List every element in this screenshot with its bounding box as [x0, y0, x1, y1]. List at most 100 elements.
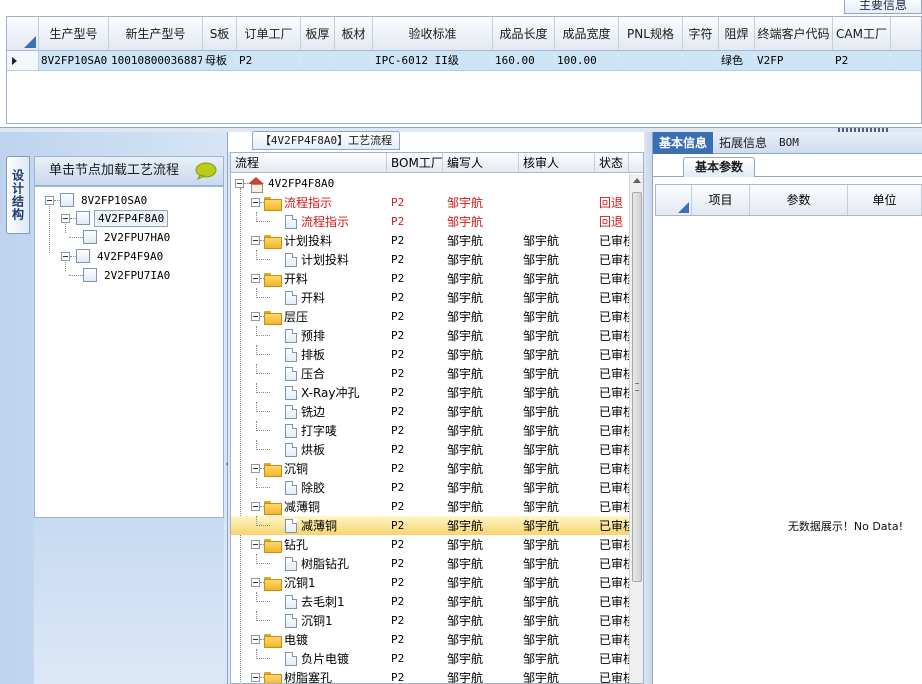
- collapse-toggle-icon[interactable]: [235, 179, 244, 188]
- collapse-toggle-icon[interactable]: [61, 251, 70, 261]
- detail-subtab-strip: 基本参数: [653, 155, 922, 177]
- process-reviewer: 邹宇航: [523, 576, 560, 590]
- process-reviewer: 邹宇航: [523, 671, 560, 684]
- process-row[interactable]: 树脂塞孔 P2 邹宇航 邹宇航 已审核: [231, 668, 629, 684]
- params-grid-corner[interactable]: [656, 185, 692, 215]
- process-flow-title-tab[interactable]: 【4V2FP4F8A0】工艺流程: [252, 131, 400, 150]
- collapse-toggle-icon[interactable]: [251, 635, 260, 644]
- process-row[interactable]: 钻孔 P2 邹宇航 邹宇航 已审核: [231, 535, 629, 554]
- tree-connector: [256, 430, 270, 431]
- process-row[interactable]: 电镀 P2 邹宇航 邹宇航 已审核: [231, 630, 629, 649]
- tab-extended-info[interactable]: 拓展信息: [713, 132, 773, 154]
- collapse-toggle-icon[interactable]: [251, 274, 260, 283]
- collapse-toggle-icon[interactable]: [251, 540, 260, 549]
- design-tree-node[interactable]: 4V2FP4F9A0: [61, 247, 166, 265]
- right-splitter[interactable]: [644, 132, 652, 684]
- col-cam-factory[interactable]: CAM工厂: [833, 17, 891, 50]
- col-status[interactable]: 状态: [595, 153, 629, 172]
- col-customer[interactable]: 终端客户代码: [755, 17, 833, 50]
- col-unit[interactable]: 单位: [848, 185, 922, 215]
- collapse-toggle-icon[interactable]: [251, 673, 260, 682]
- design-tree-node[interactable]: 2V2FPU7HA0: [69, 228, 173, 246]
- process-reviewer: 邹宇航: [523, 443, 560, 457]
- process-row[interactable]: 沉铜 P2 邹宇航 邹宇航 已审核: [231, 459, 629, 478]
- col-thickness[interactable]: 板厚: [301, 17, 335, 50]
- tab-bom[interactable]: BOM: [773, 132, 805, 154]
- tab-basic-info[interactable]: 基本信息: [653, 132, 714, 154]
- design-tree-node[interactable]: 4V2FP4F8A0: [61, 209, 169, 227]
- process-bom-factory: P2: [391, 462, 405, 475]
- process-row[interactable]: 层压 P2 邹宇航 邹宇航 已审核: [231, 307, 629, 326]
- collapse-toggle-icon[interactable]: [251, 578, 260, 587]
- process-row[interactable]: 铣边 P2 邹宇航 邹宇航 已审核: [231, 402, 629, 421]
- col-order-factory[interactable]: 订单工厂: [237, 17, 301, 50]
- col-material[interactable]: 板材: [335, 17, 373, 50]
- collapse-toggle-icon[interactable]: [61, 213, 70, 223]
- col-item[interactable]: 项目: [692, 185, 750, 215]
- process-row[interactable]: 减薄铜 P2 邹宇航 邹宇航 已审核: [231, 497, 629, 516]
- process-name-cell: 沉铜1: [231, 611, 387, 630]
- col-char[interactable]: 字符: [683, 17, 719, 50]
- scroll-up-icon[interactable]: [633, 178, 641, 183]
- process-status: 已审核: [599, 671, 629, 684]
- col-acceptance[interactable]: 验收标准: [373, 17, 493, 50]
- col-pnl[interactable]: PNL规格: [619, 17, 683, 50]
- process-row[interactable]: 烘板 P2 邹宇航 邹宇航 已审核: [231, 440, 629, 459]
- process-row[interactable]: 计划投料 P2 邹宇航 邹宇航 已审核: [231, 250, 629, 269]
- collapse-toggle-icon[interactable]: [251, 502, 260, 511]
- col-s-board[interactable]: S板: [203, 17, 237, 50]
- product-grid-row[interactable]: 8V2FP10SA0 10010800036887 母板 P2 IPC-6012 II级…: [7, 51, 921, 71]
- col-new-model[interactable]: 新生产型号: [109, 17, 203, 50]
- collapse-toggle-icon[interactable]: [251, 464, 260, 473]
- process-row[interactable]: 排板 P2 邹宇航 邹宇航 已审核: [231, 345, 629, 364]
- col-model[interactable]: 生产型号: [39, 17, 109, 50]
- process-root-row[interactable]: 4V2FP4F8A0: [231, 174, 629, 193]
- tab-design-structure[interactable]: 设计结构: [6, 156, 30, 234]
- collapse-toggle-icon[interactable]: [251, 236, 260, 245]
- collapse-toggle-icon[interactable]: [251, 198, 260, 207]
- document-icon: [285, 385, 297, 400]
- tree-hint-header: 单击节点加载工艺流程: [34, 156, 224, 186]
- process-row[interactable]: 压合 P2 邹宇航 邹宇航 已审核: [231, 364, 629, 383]
- process-row[interactable]: 树脂钻孔 P2 邹宇航 邹宇航 已审核: [231, 554, 629, 573]
- vertical-scrollbar[interactable]: [629, 174, 643, 683]
- process-row[interactable]: 计划投料 P2 邹宇航 邹宇航 已审核: [231, 231, 629, 250]
- col-length[interactable]: 成品长度: [493, 17, 555, 50]
- col-width[interactable]: 成品宽度: [555, 17, 619, 50]
- design-tree-node[interactable]: 8V2FP10SA0: [45, 191, 150, 209]
- col-process[interactable]: 流程: [231, 153, 387, 172]
- col-mask[interactable]: 阻焊: [719, 17, 755, 50]
- tree-connector: [256, 373, 270, 374]
- process-row[interactable]: X-Ray冲孔 P2 邹宇航 邹宇航 已审核: [231, 383, 629, 402]
- process-row[interactable]: 负片电镀 P2 邹宇航 邹宇航 已审核: [231, 649, 629, 668]
- process-row[interactable]: 沉铜1 P2 邹宇航 邹宇航 已审核: [231, 611, 629, 630]
- process-status: 已审核: [599, 291, 629, 305]
- collapse-toggle-icon[interactable]: [251, 312, 260, 321]
- tab-basic-params[interactable]: 基本参数: [683, 157, 755, 177]
- process-row[interactable]: 打字唛 P2 邹宇航 邹宇航 已审核: [231, 421, 629, 440]
- process-row[interactable]: 去毛刺1 P2 邹宇航 邹宇航 已审核: [231, 592, 629, 611]
- board-icon: [60, 193, 74, 207]
- col-bom-factory[interactable]: BOM工厂: [387, 153, 443, 172]
- process-row[interactable]: 流程指示 P2 邹宇航 回退: [231, 193, 629, 212]
- col-param[interactable]: 参数: [750, 185, 848, 215]
- process-row[interactable]: 沉铜1 P2 邹宇航 邹宇航 已审核: [231, 573, 629, 592]
- grid-corner[interactable]: [7, 17, 39, 50]
- col-writer[interactable]: 编写人: [443, 153, 519, 172]
- tab-main-info[interactable]: 主要信息: [844, 0, 922, 14]
- process-row[interactable]: 开料 P2 邹宇航 邹宇航 已审核: [231, 288, 629, 307]
- process-row[interactable]: 除胶 P2 邹宇航 邹宇航 已审核: [231, 478, 629, 497]
- process-row[interactable]: 流程指示 P2 邹宇航 回退: [231, 212, 629, 231]
- process-name: 打字唛: [301, 424, 338, 438]
- process-row[interactable]: 预排 P2 邹宇航 邹宇航 已审核: [231, 326, 629, 345]
- col-reviewer[interactable]: 核审人: [519, 153, 595, 172]
- collapse-toggle-icon[interactable]: [45, 195, 54, 205]
- row-selector-icon[interactable]: [7, 51, 39, 70]
- process-bom-factory: P2: [391, 614, 405, 627]
- design-tree-node[interactable]: 2V2FPU7IA0: [69, 266, 173, 284]
- process-row[interactable]: 开料 P2 邹宇航 邹宇航 已审核: [231, 269, 629, 288]
- scrollbar-thumb[interactable]: [632, 192, 642, 582]
- process-writer: 邹宇航: [447, 633, 484, 647]
- process-row[interactable]: 减薄铜 P2 邹宇航 邹宇航 已审核: [231, 516, 629, 535]
- process-name: 层压: [284, 310, 309, 324]
